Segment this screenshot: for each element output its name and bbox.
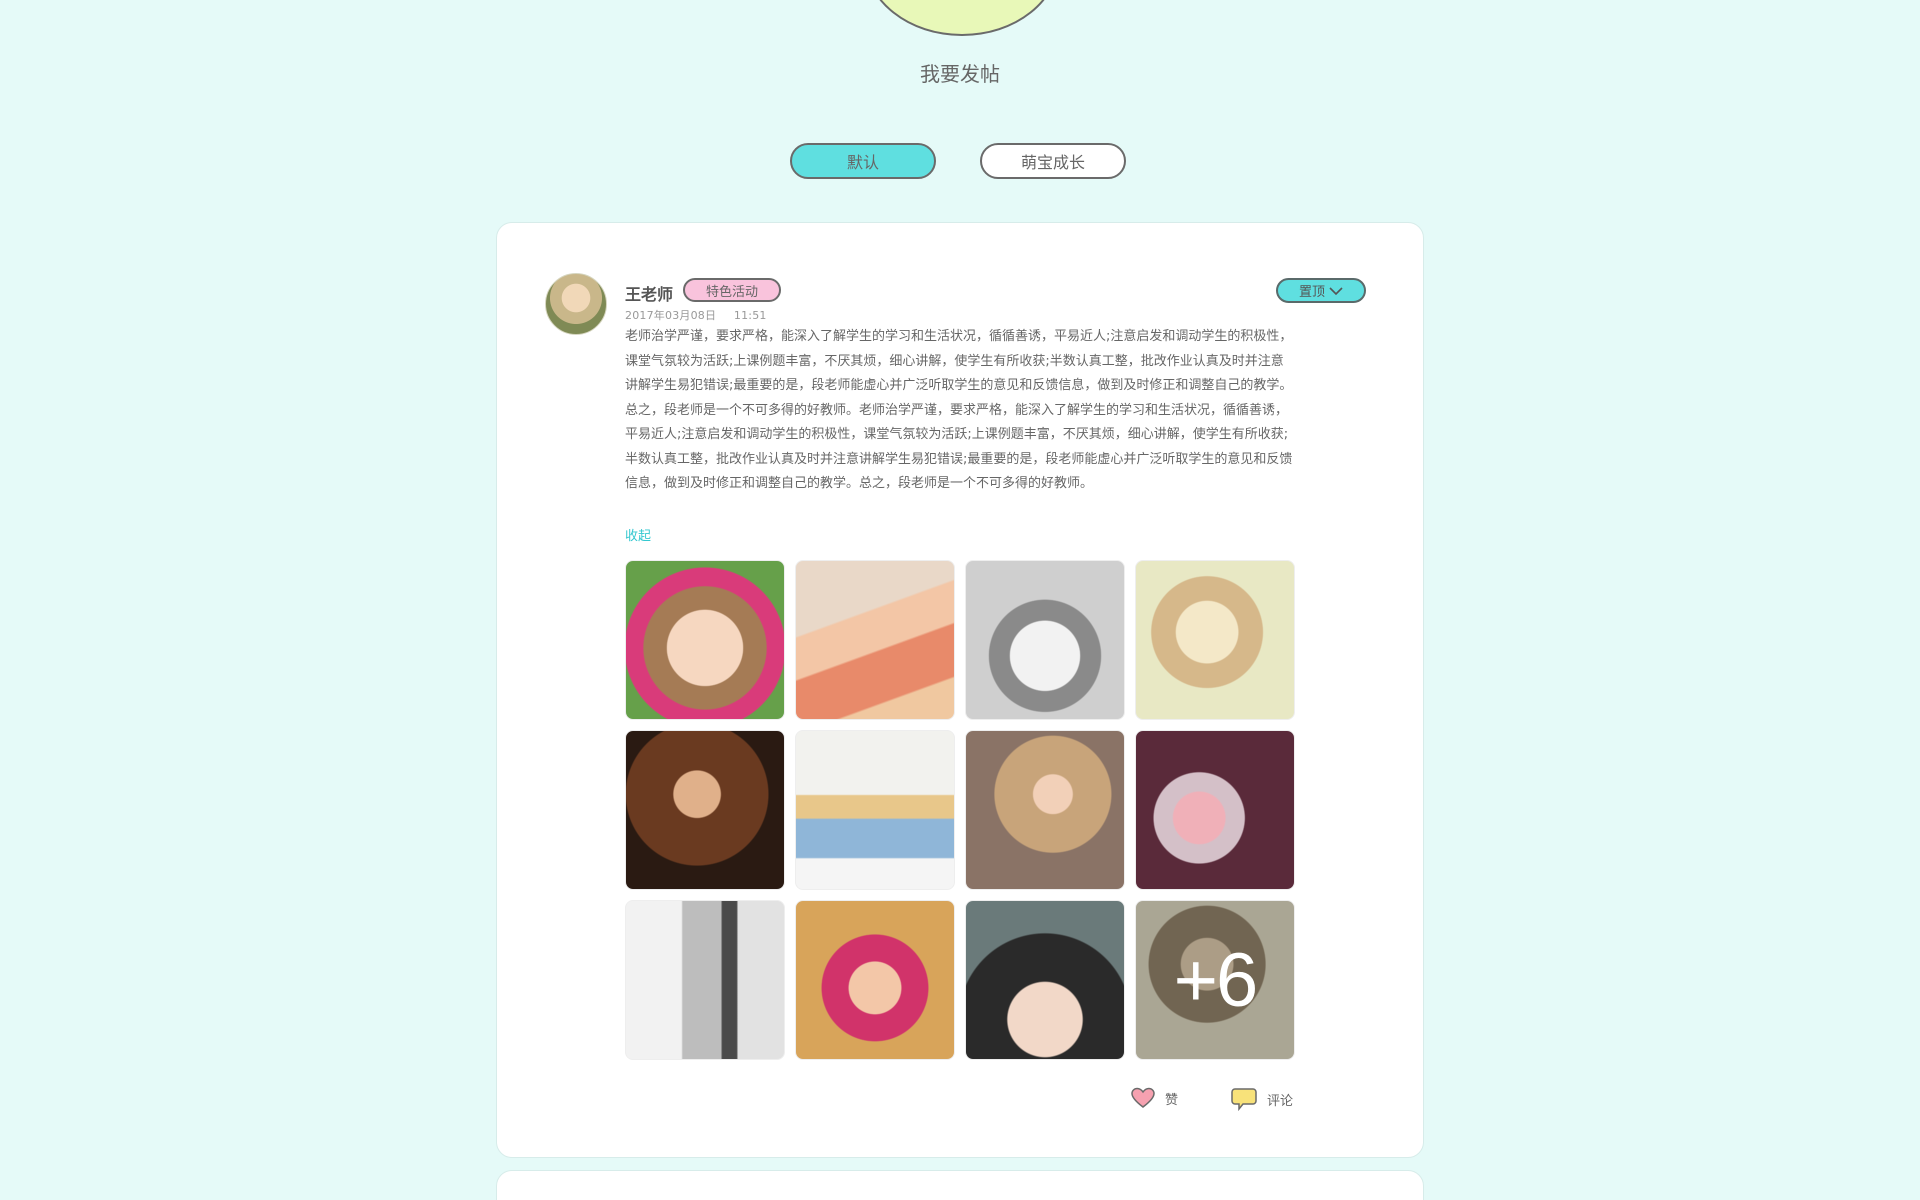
photo-thumbnail[interactable]	[625, 900, 785, 1060]
photo-thumbnail[interactable]	[965, 730, 1125, 890]
next-post-card	[496, 1170, 1424, 1200]
tab-default[interactable]: 默认	[790, 143, 936, 179]
post-time: 11:51	[733, 309, 767, 322]
more-photos-count: +6	[1136, 901, 1294, 1059]
photo-thumbnail[interactable]	[965, 900, 1125, 1060]
photo-thumbnail[interactable]	[795, 900, 955, 1060]
photo-thumbnail-more[interactable]: +6	[1135, 900, 1295, 1060]
photo-thumbnail[interactable]	[1135, 560, 1295, 720]
like-label: 赞	[1165, 1092, 1179, 1108]
category-badge: 特色活动	[683, 278, 781, 302]
post-timestamp: 2017年03月08日 11:51	[625, 307, 767, 323]
comment-bubble-icon	[1231, 1088, 1257, 1111]
post-button-label[interactable]: 我要发帖	[0, 58, 1920, 87]
photo-thumbnail[interactable]	[1135, 730, 1295, 890]
pin-button[interactable]: 置顶	[1276, 278, 1366, 303]
heart-icon	[1131, 1087, 1155, 1108]
post-card: 王老师 特色活动 置顶 2017年03月08日 11:51 老师治学严谨，要求严…	[496, 222, 1424, 1158]
tab-baby-growth[interactable]: 萌宝成长	[980, 143, 1126, 179]
comment-label: 评论	[1267, 1093, 1294, 1109]
post-button-circle[interactable]	[864, 0, 1060, 36]
photo-thumbnail[interactable]	[625, 730, 785, 890]
comment-button[interactable]: 评论	[1231, 1087, 1293, 1111]
chevron-down-icon	[1329, 286, 1343, 295]
photo-thumbnail[interactable]	[965, 560, 1125, 720]
post-date: 2017年03月08日	[625, 309, 717, 322]
like-button[interactable]: 赞	[1131, 1087, 1178, 1109]
page: 我要发帖 默认 萌宝成长 王老师 特色活动 置顶 2017年03月08日 11:…	[0, 0, 1920, 1200]
photo-thumbnail[interactable]	[795, 730, 955, 890]
photo-thumbnail[interactable]	[795, 560, 955, 720]
photo-grid: +6	[625, 560, 1295, 1060]
avatar[interactable]	[545, 273, 607, 335]
photo-thumbnail[interactable]	[625, 560, 785, 720]
author-name[interactable]: 王老师	[625, 281, 673, 305]
collapse-link[interactable]: 收起	[625, 525, 651, 544]
pin-label: 置顶	[1298, 285, 1325, 300]
post-body: 老师治学严谨，要求严格，能深入了解学生的学习和生活状况，循循善诱，平易近人;注意…	[625, 329, 1293, 491]
